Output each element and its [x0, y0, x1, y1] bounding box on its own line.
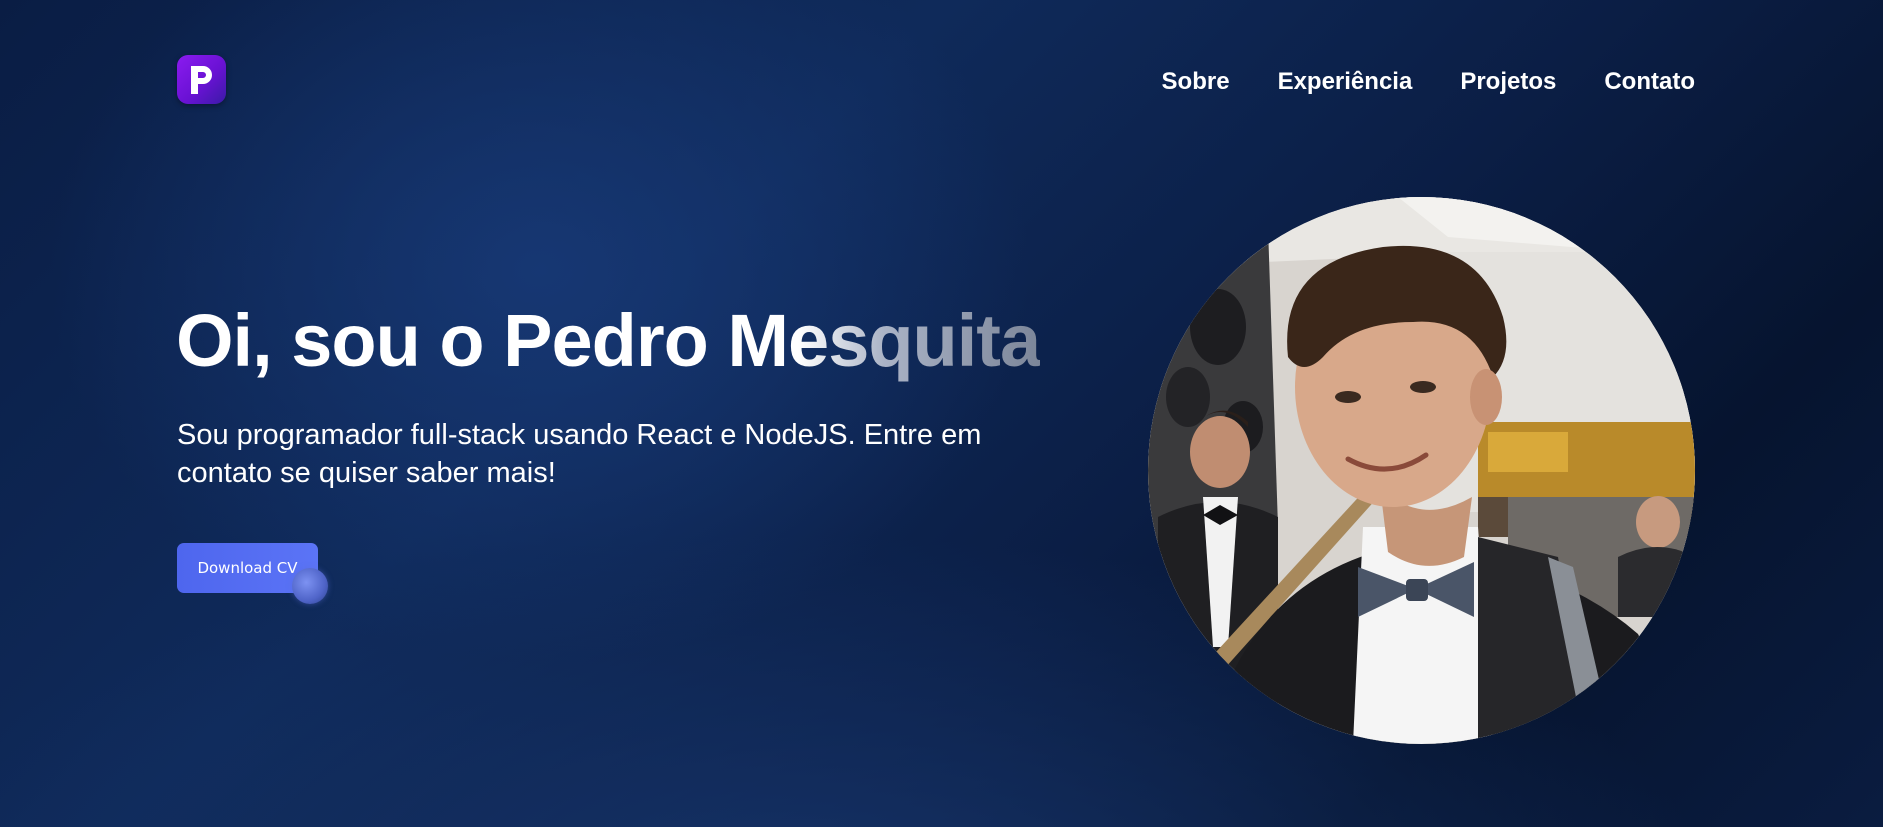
nav-link-experiencia[interactable]: Experiência: [1278, 65, 1413, 99]
hero-title: Oi, sou o Pedro Mesquita: [176, 299, 1041, 382]
nav-link-sobre[interactable]: Sobre: [1162, 65, 1230, 99]
logo[interactable]: [177, 55, 226, 104]
cursor-follower: [292, 568, 328, 604]
profile-photo: [1148, 197, 1695, 744]
hero-subtitle: Sou programador full-stack usando React …: [177, 419, 982, 489]
nav-link-projetos[interactable]: Projetos: [1460, 65, 1556, 99]
nav-link-contato[interactable]: Contato: [1604, 65, 1695, 99]
main-nav: Sobre Experiência Projetos Contato: [1162, 65, 1695, 99]
p-letter-logo-icon: [190, 65, 212, 94]
